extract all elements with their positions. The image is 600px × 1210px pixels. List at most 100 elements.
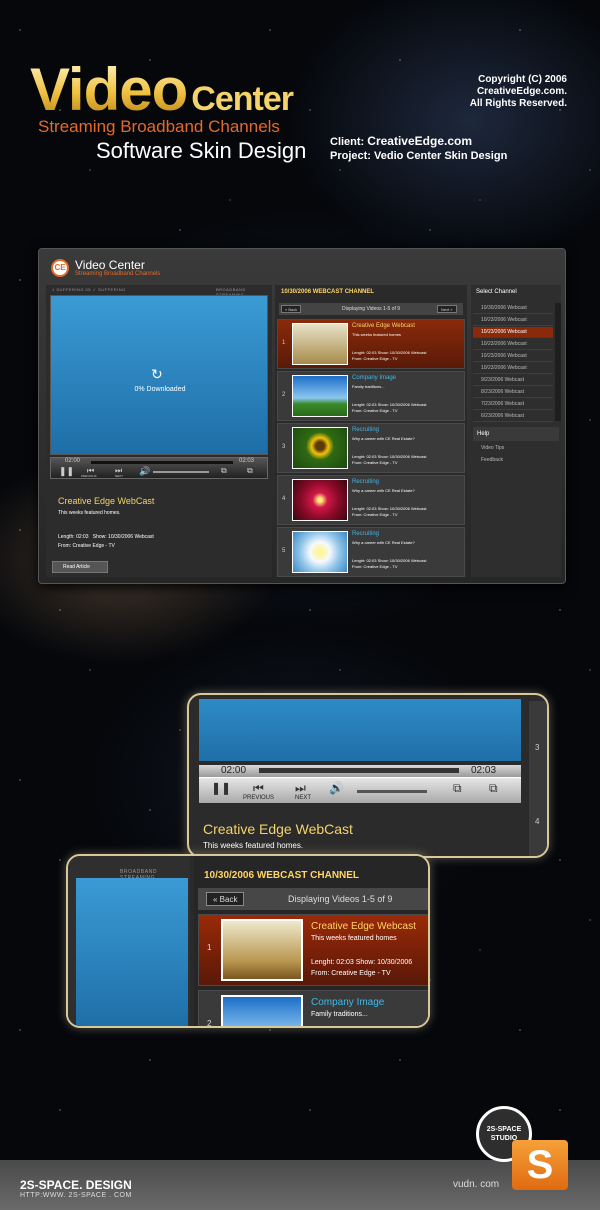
- item-number: 5: [282, 548, 286, 554]
- previous-label: PREVIOUS: [81, 474, 97, 478]
- channel-link[interactable]: 9/23/2006 Webcast: [473, 375, 553, 386]
- copyright-line2: All Rights Reserved.: [469, 98, 567, 109]
- item-meta: Lenght: 02:03 Show: 10/30/2006 Webcast Fr…: [352, 506, 426, 518]
- logo-video: Video: [30, 56, 188, 123]
- stamp-line1: 2S-SPACE: [486, 1126, 522, 1133]
- logo: Video Center: [30, 60, 294, 120]
- pause-icon[interactable]: ❚❚: [59, 466, 74, 477]
- item-thumbnail: [292, 375, 348, 417]
- client-label: Client:: [330, 136, 365, 148]
- tagline: Streaming Broadband Channels: [38, 117, 280, 136]
- footer: 2S-SPACE. DESIGN HTTP:WWW. 2S-SPACE . CO…: [0, 1160, 600, 1210]
- video-list-item[interactable]: 2 Company Image Family traditions... Len…: [277, 371, 465, 421]
- zoom-channel-callout: BROADBAND STREAMING 10/30/2006 WEBCAST C…: [66, 854, 430, 1028]
- download-status: 0% Downloaded: [134, 386, 186, 393]
- zoom-video-edge: [76, 878, 188, 1026]
- zoom-seek-bar[interactable]: 02:00 02:03: [199, 765, 521, 777]
- zoom-popout-icon[interactable]: ⧉: [453, 781, 462, 796]
- popout-icon[interactable]: ⧉: [221, 466, 227, 476]
- zoom-video-description: This weeks featured homes.: [203, 841, 304, 850]
- video-from: From: Creative Edge - TV: [58, 543, 115, 549]
- zoom-side-list: 3 4: [529, 701, 547, 856]
- loading-spinner-icon: ↻: [151, 366, 163, 382]
- item-title: Company Image: [352, 375, 397, 381]
- zoom-item-title: Company Image: [311, 997, 385, 1008]
- logo-center: Center: [191, 80, 294, 118]
- zoom-item-title: Creative Edge Webcast: [311, 921, 416, 932]
- channel-link[interactable]: 10/30/2006 Webcast: [473, 303, 553, 314]
- zoom-fullscreen-icon[interactable]: ⧉: [489, 781, 498, 796]
- zoom-video-list-item[interactable]: 2 Company Image Family traditions...: [198, 990, 428, 1026]
- footer-vudn: vudn. com: [453, 1179, 500, 1190]
- next-button[interactable]: Next »: [437, 305, 457, 313]
- zoom-pause-icon[interactable]: ❚❚: [211, 781, 231, 795]
- zoom-back-button[interactable]: « Back: [206, 892, 245, 906]
- video-list-item[interactable]: 3 Recruiting Why a career with CE Real E…: [277, 423, 465, 473]
- channel-link[interactable]: 8/23/2006 Webcast: [473, 387, 553, 398]
- channel-link[interactable]: 6/23/2006 Webcast: [473, 411, 553, 422]
- time-start: 02:00: [65, 458, 81, 464]
- item-number: 2: [282, 392, 286, 398]
- player-subtitle: Streaming Broadband Channels: [75, 271, 161, 277]
- ce-logo-icon: CE: [51, 259, 69, 277]
- channel-link[interactable]: 10/23/2006 Webcast: [473, 351, 553, 362]
- zoom-next-icon[interactable]: ⏭: [295, 781, 306, 796]
- footer-brand: 2S-SPACE. DESIGN: [20, 1178, 132, 1192]
- video-list-item[interactable]: 5 Recruiting Why a career with CE Real E…: [277, 527, 465, 577]
- zoom-controls-callout: 02:00 02:03 ❚❚ ⏮ PREVIOUS ⏭ NEXT 🔊 ⧉ ⧉ C…: [187, 693, 549, 858]
- item-thumbnail: [292, 531, 348, 573]
- zoom-video-title: Creative Edge WebCast: [203, 821, 353, 837]
- seek-bar[interactable]: [91, 461, 233, 464]
- zoom-seek-track[interactable]: [259, 768, 459, 773]
- control-bar: 02:00 02:03 ❚❚ ⏮ PREVIOUS ⏭ NEXT 🔊 ⧉ ⧉: [50, 457, 268, 479]
- zoom-channel-heading: 10/30/2006 WEBCAST CHANNEL: [204, 870, 360, 881]
- zoom-previous-icon[interactable]: ⏮: [253, 781, 264, 796]
- volume-slider[interactable]: [153, 471, 209, 473]
- copyright: Copyright (C) 2006 CreativeEdge.com. All…: [405, 74, 567, 110]
- zoom-video-list-item[interactable]: 1 Creative Edge Webcast This weeks featu…: [198, 914, 428, 986]
- help-feedback-link[interactable]: Feedback: [473, 457, 553, 463]
- video-list-item[interactable]: 1 Creative Edge Webcast This weeks featu…: [277, 319, 465, 369]
- fullscreen-icon[interactable]: ⧉: [247, 466, 253, 476]
- studio-s-logo-icon: S: [512, 1140, 568, 1190]
- help-video-tips-link[interactable]: Video Tips: [473, 445, 553, 451]
- zoom-volume-slider[interactable]: [357, 790, 427, 793]
- zoom-channel-panel: 10/30/2006 WEBCAST CHANNEL « Back Displa…: [194, 856, 428, 1026]
- displaying-count: Displaying Videos 1-5 of 9: [342, 306, 400, 312]
- item-from: From: Creative Edge - TV: [352, 564, 398, 569]
- channel-link-selected[interactable]: 10/23/2006 Webcast: [473, 327, 553, 338]
- video-title: Creative Edge WebCast: [58, 496, 155, 506]
- item-from: From: Creative Edge - TV: [352, 356, 398, 361]
- item-description: Why a career with CE Real Estate?: [352, 436, 415, 441]
- video-description: This weeks featured homes.: [58, 510, 121, 516]
- zoom-previous-label: PREVIOUS: [243, 795, 275, 801]
- read-article-button[interactable]: Read Article: [52, 561, 108, 573]
- buffer-status: 1 SUFFERING 05 ✓ SUFFERING: [52, 287, 126, 292]
- zoom-volume-icon[interactable]: 🔊: [329, 781, 344, 795]
- video-list-item[interactable]: 4 Recruiting Why a career with CE Real E…: [277, 475, 465, 525]
- client-value: CreativeEdge.com: [367, 134, 473, 148]
- item-thumbnail: [292, 323, 348, 365]
- zoom-nav-bar: « Back Displaying Videos 1-5 of 9: [198, 888, 428, 910]
- channel-link[interactable]: 10/23/2006 Webcast: [473, 339, 553, 350]
- channel-link[interactable]: 10/23/2006 Webcast: [473, 363, 553, 374]
- item-title: Creative Edge Webcast: [352, 323, 415, 329]
- channel-scrollbar[interactable]: [555, 303, 561, 421]
- time-end: 02:03: [239, 458, 255, 464]
- zoom-side-number: 4: [535, 817, 540, 826]
- video-screen[interactable]: ↻ 0% Downloaded: [50, 295, 268, 455]
- item-thumbnail: [292, 427, 348, 469]
- channel-link[interactable]: 7/23/2006 Webcast: [473, 399, 553, 410]
- select-channel-panel: Select Channel 10/30/2006 Webcast 10/23/…: [471, 285, 561, 577]
- video-show: Show: 10/30/2006 Webcast: [92, 534, 154, 540]
- zoom-item-from: From: Creative Edge - TV: [311, 970, 391, 977]
- item-number: 1: [282, 340, 286, 346]
- item-meta: Lenght: 02:03 Show: 10/30/2006 Webcast Fr…: [352, 454, 426, 466]
- volume-icon[interactable]: 🔊: [139, 466, 150, 477]
- channel-heading: 10/30/2006 WEBCAST CHANNEL: [281, 289, 375, 295]
- zoom-item-thumbnail: [221, 995, 303, 1026]
- select-channel-heading: Select Channel: [476, 289, 517, 295]
- channel-nav-bar: « Back Displaying Videos 1-5 of 9 Next »: [279, 303, 463, 315]
- footer-url[interactable]: HTTP:WWW. 2S-SPACE . COM: [20, 1192, 132, 1199]
- channel-link[interactable]: 10/23/2006 Webcast: [473, 315, 553, 326]
